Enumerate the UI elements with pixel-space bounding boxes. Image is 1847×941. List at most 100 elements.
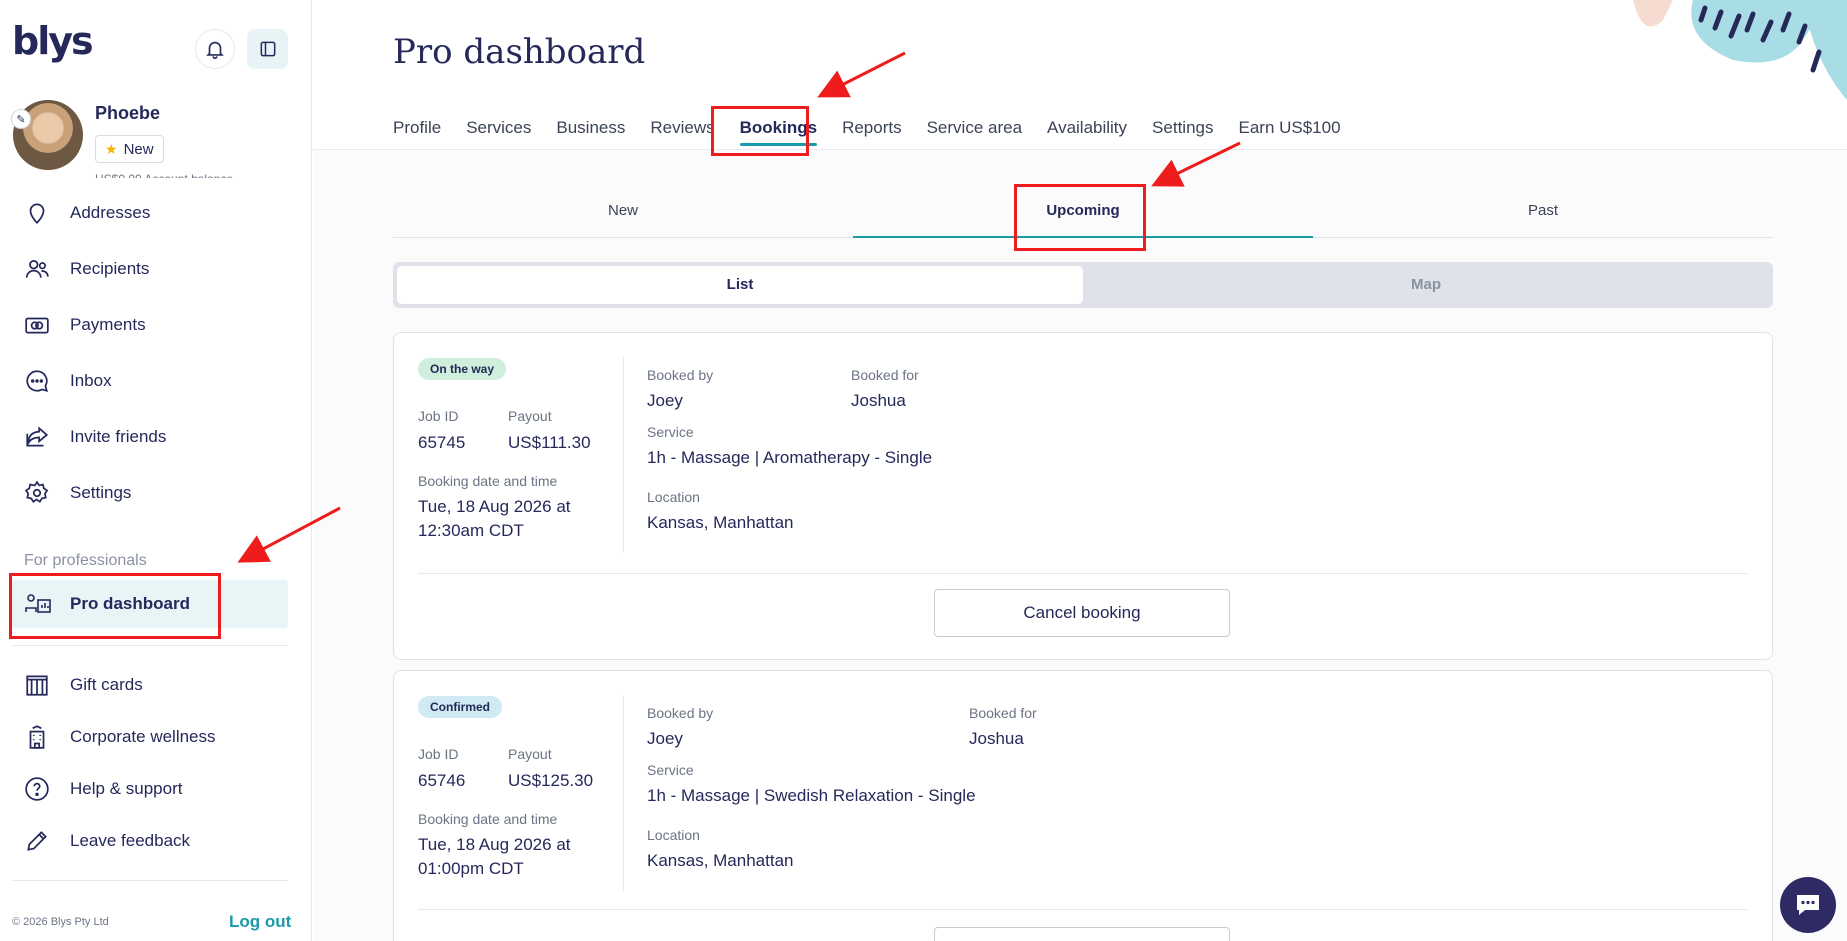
location-label: Location — [647, 489, 700, 505]
sidebar-item-corporate-wellness[interactable]: Corporate wellness — [24, 722, 216, 752]
sidebar-item-label: Corporate wellness — [70, 727, 216, 746]
chat-support-button[interactable] — [1780, 877, 1836, 933]
dashboard-tabs: Profile Services Business Reviews Bookin… — [393, 118, 1366, 146]
booked-for-label: Booked for — [851, 367, 919, 383]
service-label: Service — [647, 762, 694, 778]
sidebar-item-label: Gift cards — [70, 675, 143, 694]
users-icon — [25, 260, 49, 278]
sidebar-item-label: Settings — [70, 483, 132, 502]
list-view-button[interactable]: List — [397, 266, 1083, 304]
edit-avatar-icon[interactable]: ✎ — [11, 109, 31, 129]
copyright: © 2026 Blys Pty Ltd — [12, 916, 109, 928]
sidebar-item-payments[interactable]: Payments — [24, 310, 146, 340]
status-badge: On the way — [418, 358, 507, 380]
annotation-box-upcoming — [1014, 184, 1146, 251]
sidebar-item-invite-friends[interactable]: Invite friends — [24, 422, 166, 452]
job-id-label: Job ID — [418, 408, 459, 424]
share-icon — [26, 426, 49, 447]
status-badge: Confirmed — [418, 696, 502, 718]
sidebar-item-recipients[interactable]: Recipients — [24, 254, 149, 284]
subtab-new[interactable]: New — [393, 188, 853, 237]
decorative-artwork-icon — [1633, 0, 1847, 100]
main-content: Pro dashboard Profile Services Business … — [313, 0, 1847, 941]
job-id-label: Job ID — [418, 746, 459, 762]
blys-logo[interactable]: blys — [12, 22, 94, 60]
payout-value: US$125.30 — [508, 771, 594, 790]
booking-date-line2: 12:30am CDT — [418, 521, 524, 540]
user-name: Phoebe — [95, 103, 161, 123]
sidebar: blys ✎ Phoebe ★ New US$0.00 Account bala… — [0, 0, 312, 941]
sidebar-panel-icon — [260, 41, 275, 57]
booked-for-value: Joshua — [851, 391, 906, 410]
tab-business[interactable]: Business — [556, 118, 625, 146]
logout-link[interactable]: Log out — [229, 912, 291, 932]
card-horizontal-divider — [418, 909, 1748, 910]
map-pin-icon — [29, 203, 45, 224]
booked-by-label: Booked by — [647, 705, 714, 721]
payout-label: Payout — [508, 746, 552, 762]
card-vertical-divider — [623, 357, 624, 553]
cancel-booking-button[interactable] — [934, 927, 1230, 941]
sidebar-item-settings[interactable]: Settings — [24, 478, 131, 508]
tab-settings[interactable]: Settings — [1152, 118, 1213, 146]
help-icon — [25, 777, 49, 801]
job-id-value: 65745 — [418, 433, 466, 452]
booking-date-label: Booking date and time — [418, 473, 558, 489]
job-id-value: 65746 — [418, 771, 466, 790]
sidebar-item-gift-cards[interactable]: Gift cards — [24, 670, 143, 700]
service-value: 1h - Massage | Aromatherapy - Single — [647, 448, 933, 467]
booking-card: Confirmed Job ID Payout 65746 US$125.30 … — [393, 670, 1773, 941]
gift-icon — [26, 675, 48, 696]
user-level-badge: ★ New — [95, 135, 164, 163]
sidebar-item-label: Addresses — [70, 203, 151, 222]
profile-area-overlay — [0, 178, 311, 200]
sidebar-item-label: Invite friends — [70, 427, 167, 446]
cancel-booking-button[interactable]: Cancel booking — [934, 589, 1230, 637]
annotation-box-bookings — [711, 106, 809, 156]
pencil-icon — [27, 831, 47, 851]
location-value: Kansas, Manhattan — [647, 851, 794, 870]
page-title: Pro dashboard — [393, 32, 646, 72]
sidebar-item-help-support[interactable]: Help & support — [24, 774, 182, 804]
card-icon — [25, 317, 49, 334]
user-level-label: New — [123, 140, 154, 158]
booking-date-line1: Tue, 18 Aug 2026 at — [418, 497, 571, 516]
sidebar-item-label: Recipients — [70, 259, 150, 278]
booking-card: On the way Job ID Payout 65745 US$111.30… — [393, 332, 1773, 660]
tab-availability[interactable]: Availability — [1047, 118, 1127, 146]
sidebar-item-leave-feedback[interactable]: Leave feedback — [24, 826, 190, 856]
building-icon — [29, 725, 45, 749]
sidebar-item-label: Leave feedback — [70, 831, 191, 850]
gear-icon — [24, 480, 49, 503]
booking-date-line1: Tue, 18 Aug 2026 at — [418, 835, 571, 854]
tab-reviews[interactable]: Reviews — [650, 118, 714, 146]
map-view-button[interactable]: Map — [1083, 266, 1769, 304]
sidebar-item-label: Payments — [70, 315, 146, 334]
booked-for-label: Booked for — [969, 705, 1037, 721]
location-label: Location — [647, 827, 700, 843]
payout-value: US$111.30 — [508, 433, 591, 452]
sidebar-item-addresses[interactable]: Addresses — [24, 198, 150, 228]
notifications-button[interactable] — [195, 29, 235, 69]
card-vertical-divider — [623, 695, 624, 891]
tab-service-area[interactable]: Service area — [927, 118, 1022, 146]
subtab-past[interactable]: Past — [1313, 188, 1773, 237]
tab-services[interactable]: Services — [466, 118, 531, 146]
booking-date-label: Booking date and time — [418, 811, 558, 827]
sidebar-divider — [12, 880, 288, 881]
section-label-professionals: For professionals — [24, 552, 147, 569]
annotation-box-pro-dashboard — [9, 573, 221, 639]
tab-profile[interactable]: Profile — [393, 118, 441, 146]
collapse-sidebar-button[interactable] — [247, 29, 288, 69]
page-header: Pro dashboard Profile Services Business … — [313, 0, 1847, 150]
bell-icon — [206, 41, 224, 59]
tab-earn[interactable]: Earn US$100 — [1238, 118, 1340, 146]
service-value: 1h - Massage | Swedish Relaxation - Sing… — [647, 786, 976, 805]
booked-by-label: Booked by — [647, 367, 714, 383]
sidebar-item-inbox[interactable]: Inbox — [24, 366, 112, 396]
booked-by-value: Joey — [647, 729, 683, 748]
booked-by-value: Joey — [647, 391, 683, 410]
service-label: Service — [647, 424, 694, 440]
tab-reports[interactable]: Reports — [842, 118, 902, 146]
location-value: Kansas, Manhattan — [647, 513, 794, 532]
